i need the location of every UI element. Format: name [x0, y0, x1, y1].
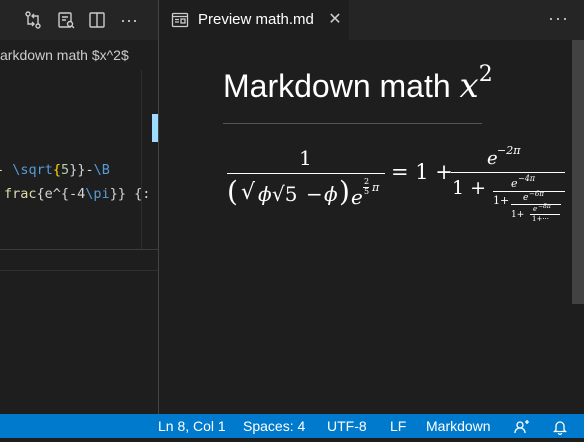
encoding[interactable]: UTF-8: [327, 414, 367, 438]
markdown-preview[interactable]: Markdown math x2 1 ( √ ϕ √5 − ϕ ) e 2 5 …: [159, 40, 584, 414]
language-mode[interactable]: Markdown: [426, 414, 491, 438]
divider: [0, 249, 158, 250]
feedback-icon[interactable]: [514, 418, 530, 434]
more-actions-icon[interactable]: ···: [118, 9, 140, 31]
cursor-position[interactable]: Ln 8, Col 1: [158, 414, 226, 438]
tab-preview-math[interactable]: Preview math.md ✕: [159, 0, 349, 40]
editor-pane[interactable]: ··· arkdown math $x^2$ - \sqrt{5}}-\B fr…: [0, 0, 158, 414]
more-actions-icon[interactable]: ···: [548, 8, 569, 29]
close-icon[interactable]: ✕: [326, 10, 344, 30]
page-title: Markdown math x2: [223, 62, 493, 106]
indent-guide: [141, 70, 142, 250]
notifications-bell-icon[interactable]: [552, 418, 568, 436]
tab-label: Preview math.md: [198, 11, 314, 28]
open-preview-icon[interactable]: [55, 9, 77, 31]
scrollbar[interactable]: [572, 40, 584, 304]
breadcrumb[interactable]: arkdown math $x^2$: [0, 44, 129, 66]
split-editor-icon[interactable]: [86, 9, 108, 31]
heading-rule: [223, 123, 482, 124]
tab-bar: Preview math.md ✕ ···: [159, 0, 584, 40]
divider: [0, 270, 158, 271]
code-line[interactable]: frac{e^{-4\pi}} {:: [4, 184, 150, 204]
compare-changes-icon[interactable]: [22, 9, 44, 31]
indentation[interactable]: Spaces: 4: [243, 414, 305, 438]
status-bar: Ln 8, Col 1 Spaces: 4 UTF-8 LF Markdown: [0, 414, 584, 438]
code-line[interactable]: - \sqrt{5}}-\B: [0, 160, 110, 180]
editor-toolbar: ···: [0, 0, 158, 40]
end-of-line[interactable]: LF: [390, 414, 406, 438]
preview-icon: [171, 11, 189, 29]
